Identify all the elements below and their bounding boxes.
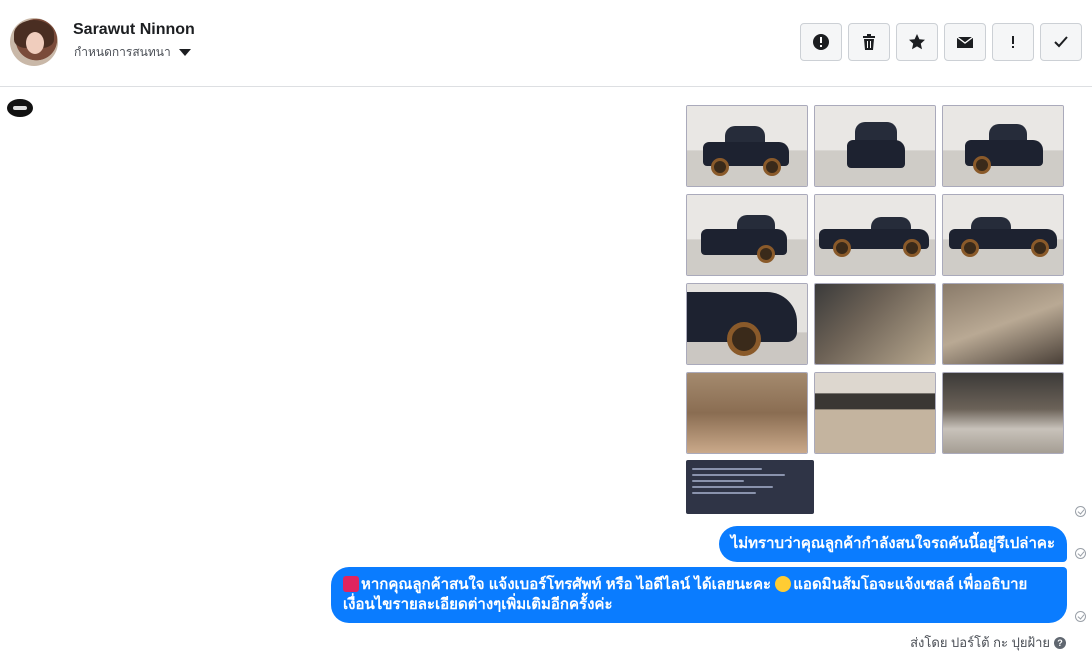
conversation-menu[interactable]: กำหนดการสนทนา (74, 43, 191, 62)
message-bubble[interactable]: ไม่ทราบว่าคุณลูกค้ากำลังสนใจรถคันนี้อยู่… (718, 526, 1067, 562)
mail-icon (956, 36, 974, 48)
sent-by-note: ส่งโดย ปอร์โต้ กะ ปุยฝ้าย ? (910, 632, 1066, 653)
car-photo[interactable] (814, 283, 936, 365)
spam-button[interactable] (800, 23, 842, 61)
car-photo[interactable] (814, 372, 936, 454)
page-avatar (7, 99, 33, 117)
message-thread[interactable]: ไม่ทราบว่าคุณลูกค้ากำลังสนใจรถคันนี้อยู่… (0, 88, 1092, 671)
conversation-menu-label: กำหนดการสนทนา (74, 45, 171, 59)
car-photo[interactable] (942, 283, 1064, 365)
follow-up-button[interactable] (992, 23, 1034, 61)
mark-unread-button[interactable] (944, 23, 986, 61)
alert-circle-icon (813, 34, 829, 50)
read-receipt-icon (1075, 548, 1086, 559)
delete-button[interactable] (848, 23, 890, 61)
car-photo[interactable] (686, 105, 808, 187)
car-photo[interactable] (814, 105, 936, 187)
car-photo[interactable] (686, 283, 808, 365)
car-photo[interactable] (686, 194, 808, 276)
star-icon (909, 34, 925, 50)
car-photo[interactable] (686, 372, 808, 454)
contact-name[interactable]: Sarawut Ninnon (73, 21, 195, 39)
star-button[interactable] (896, 23, 938, 61)
telephone-emoji-icon (343, 576, 359, 592)
conversation-header: Sarawut Ninnon กำหนดการสนทนา (0, 0, 1092, 87)
sent-by-label: ส่งโดย ปอร์โต้ กะ ปุยฝ้าย (910, 635, 1050, 650)
message-bubble[interactable]: หากคุณลูกค้าสนใจ แจ้งเบอร์โทรศัพท์ หรือ … (331, 567, 1067, 623)
read-receipt-icon (1075, 611, 1086, 622)
car-photo[interactable] (942, 105, 1064, 187)
action-toolbar (800, 23, 1082, 61)
spec-sheet-image[interactable] (686, 460, 814, 514)
mark-done-button[interactable] (1040, 23, 1082, 61)
car-photo[interactable] (942, 372, 1064, 454)
smiling-hearts-emoji-icon (775, 576, 792, 592)
check-icon (1054, 36, 1068, 48)
read-receipt-icon (1075, 506, 1086, 517)
trash-icon (863, 34, 875, 50)
message-text: แอดมินส้มโอจะแจ้งเซลล์ เพื่ออธิบาย (793, 576, 1028, 593)
exclamation-icon (1012, 36, 1014, 48)
message-text: เงื่อนไขรายละเอียดต่างๆเพิ่มเติมอีกครั้ง… (343, 596, 613, 613)
caret-down-icon (178, 49, 191, 56)
car-photo[interactable] (814, 194, 936, 276)
avatar[interactable] (10, 18, 58, 66)
message-text: หากคุณลูกค้าสนใจ แจ้งเบอร์โทรศัพท์ หรือ … (361, 576, 772, 593)
car-photo[interactable] (942, 194, 1064, 276)
help-icon[interactable]: ? (1054, 636, 1066, 649)
